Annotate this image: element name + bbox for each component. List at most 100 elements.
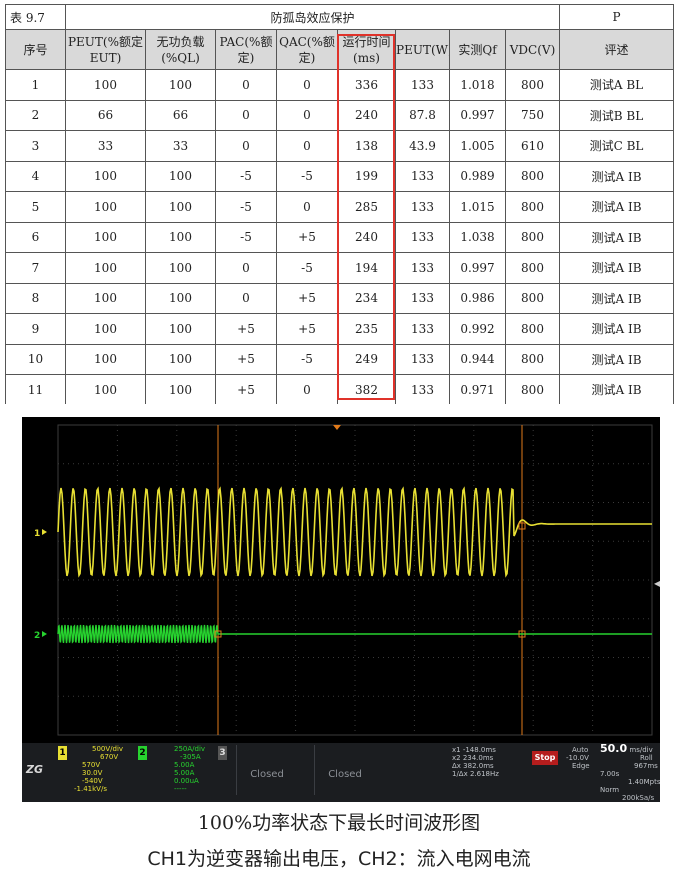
table-cell: 测试A IB	[559, 160, 675, 192]
ch4-closed-panel[interactable]: Closed	[314, 745, 375, 795]
table-cell: 0.944	[449, 343, 506, 375]
table-title: 防孤岛效应保护	[64, 4, 561, 30]
ch2-tag[interactable]: 2	[138, 746, 147, 760]
runtime-cell: 199	[337, 160, 396, 192]
ch2-scale: 250A/div	[174, 745, 206, 753]
table-cell: 0	[215, 99, 277, 131]
table-cell: 800	[504, 191, 561, 223]
acq-length: 7.00s	[600, 770, 620, 778]
acq-delay: 967ms	[634, 762, 658, 770]
ch4-status: Closed	[328, 769, 362, 780]
table-cell: 100	[65, 252, 146, 284]
table-cell: 133	[395, 69, 450, 101]
table-cell: 1.018	[449, 69, 506, 101]
table-cell: 33	[145, 130, 216, 162]
table-number: 表 9.7	[5, 4, 66, 30]
ch2-y1: 5.00A	[174, 761, 195, 769]
runtime-cell: 240	[337, 221, 396, 253]
table-cell: 测试A IB	[559, 374, 675, 406]
table-cell: 1.038	[449, 221, 506, 253]
ch3-tag[interactable]: 3	[218, 746, 227, 760]
ch2-offset: -305A	[180, 753, 201, 761]
runtime-cell: 240	[337, 99, 396, 131]
table-cell: 43.9	[395, 130, 450, 162]
table-cell: 66	[145, 99, 216, 131]
table-cell: -5	[276, 343, 338, 375]
table-cell: 10	[5, 343, 66, 375]
table-cell: 133	[395, 343, 450, 375]
table-cell: 100	[145, 343, 216, 375]
table-cell: 100	[65, 221, 146, 253]
acq-points: 1.40Mpts	[628, 778, 660, 786]
header-cell: 无功负载(%QL)	[145, 29, 216, 70]
table-row: 11 100 100 +5 0 382 133 0.971 800 测试A IB	[5, 374, 675, 406]
header-cell: 评述	[559, 29, 675, 70]
cursor-measurements[interactable]: x1 -148.0ms x2 234.0ms Δx 382.0ms 1/Δx 2…	[452, 746, 522, 778]
runtime-cell: 249	[337, 343, 396, 375]
table-row: 7 100 100 0 -5 194 133 0.997 800 测试A IB	[5, 252, 675, 284]
table-cell: 3	[5, 130, 66, 162]
trigger-info[interactable]: Auto -10.0V Edge	[562, 746, 602, 770]
table-row: 6 100 100 -5 +5 240 133 1.038 800 测试A IB	[5, 221, 675, 253]
runtime-cell: 285	[337, 191, 396, 223]
table-row: 3 33 33 0 0 138 43.9 1.005 610 测试C BL	[5, 130, 675, 162]
figure-subcaption: CH1为逆变器输出电压，CH2：流入电网电流	[147, 848, 531, 870]
table-row: 5 100 100 -5 0 285 133 1.015 800 测试A IB	[5, 191, 675, 223]
table-cell: 100	[65, 69, 146, 101]
side-expand-icon: ◀	[654, 579, 660, 588]
table-cell: 100	[145, 191, 216, 223]
ch2-settings[interactable]: 250A/div -305A 5.00A 5.00A 0.00uA -----	[150, 745, 220, 795]
ch2-slope: -----	[174, 785, 187, 793]
table-cell: -5	[276, 252, 338, 284]
table-cell: 100	[145, 69, 216, 101]
test-results-table: 表 9.7 防孤岛效应保护 P 序号 PEUT(%额定EUT) 无功负载(%QL) P…	[5, 4, 675, 406]
ch3-closed-panel[interactable]: Closed	[236, 745, 297, 795]
run-stop-button[interactable]: Stop	[532, 751, 558, 765]
trigger-position-icon	[333, 425, 341, 430]
table-cell: 7	[5, 252, 66, 284]
table-cell: 800	[504, 313, 561, 345]
table-cut-edge	[0, 404, 678, 414]
timebase-value: 50.0	[600, 742, 628, 755]
table-cell: 测试A IB	[559, 343, 675, 375]
table-cell: 0.992	[449, 313, 506, 345]
table-cell: 1.005	[449, 130, 506, 162]
ch1-dy: -540V	[82, 777, 103, 785]
table-cell: 6	[5, 221, 66, 253]
cursor-x1: x1 -148.0ms	[452, 746, 496, 754]
table-cell: 100	[145, 374, 216, 406]
table-cell: 800	[504, 343, 561, 375]
timebase-unit: ms/div	[629, 746, 653, 754]
table-cell: -5	[215, 191, 277, 223]
table-cell: 66	[65, 99, 146, 131]
ch1-y2: 30.0V	[82, 769, 103, 777]
table-cell: 测试A IB	[559, 191, 675, 223]
table-cell: 100	[145, 313, 216, 345]
runtime-cell: 194	[337, 252, 396, 284]
header-cell: 实测Qf	[449, 29, 506, 70]
table-cell: +5	[276, 282, 338, 314]
timebase-panel[interactable]: 50.0 ms/div Roll 967ms 7.00s 1.40Mpts No…	[600, 742, 660, 802]
ch1-tag[interactable]: 1	[58, 746, 67, 760]
ch2-level-arrow-icon	[42, 631, 47, 637]
scope-status-bar: ZG 1 500V/div 670V 570V 30.0V -540V -1.4…	[22, 743, 660, 802]
table-row: 9 100 100 +5 +5 235 133 0.992 800 测试A IB	[5, 313, 675, 345]
table-cell: 100	[65, 160, 146, 192]
cursor-freq: 1/Δx 2.618Hz	[452, 770, 499, 778]
ch1-settings[interactable]: 500V/div 670V 570V 30.0V -540V -1.41kV/s	[70, 745, 140, 795]
ch1-scale: 500V/div	[92, 745, 124, 753]
table-caption-row: 表 9.7 防孤岛效应保护 P	[5, 4, 675, 30]
table-cell: 8	[5, 282, 66, 314]
table-cell: 750	[504, 99, 561, 131]
table-cell: 800	[504, 252, 561, 284]
table-cell: 133	[395, 160, 450, 192]
table-verdict-mark: P	[559, 4, 675, 30]
trigger-type: Edge	[572, 762, 590, 770]
table-cell: 0	[215, 130, 277, 162]
ch1-offset: 670V	[100, 753, 119, 761]
table-cell: +5	[276, 313, 338, 345]
table-cell: 133	[395, 374, 450, 406]
table-cell: 800	[504, 282, 561, 314]
table-cell: -5	[215, 160, 277, 192]
header-cell: QAC(%额定)	[276, 29, 338, 70]
